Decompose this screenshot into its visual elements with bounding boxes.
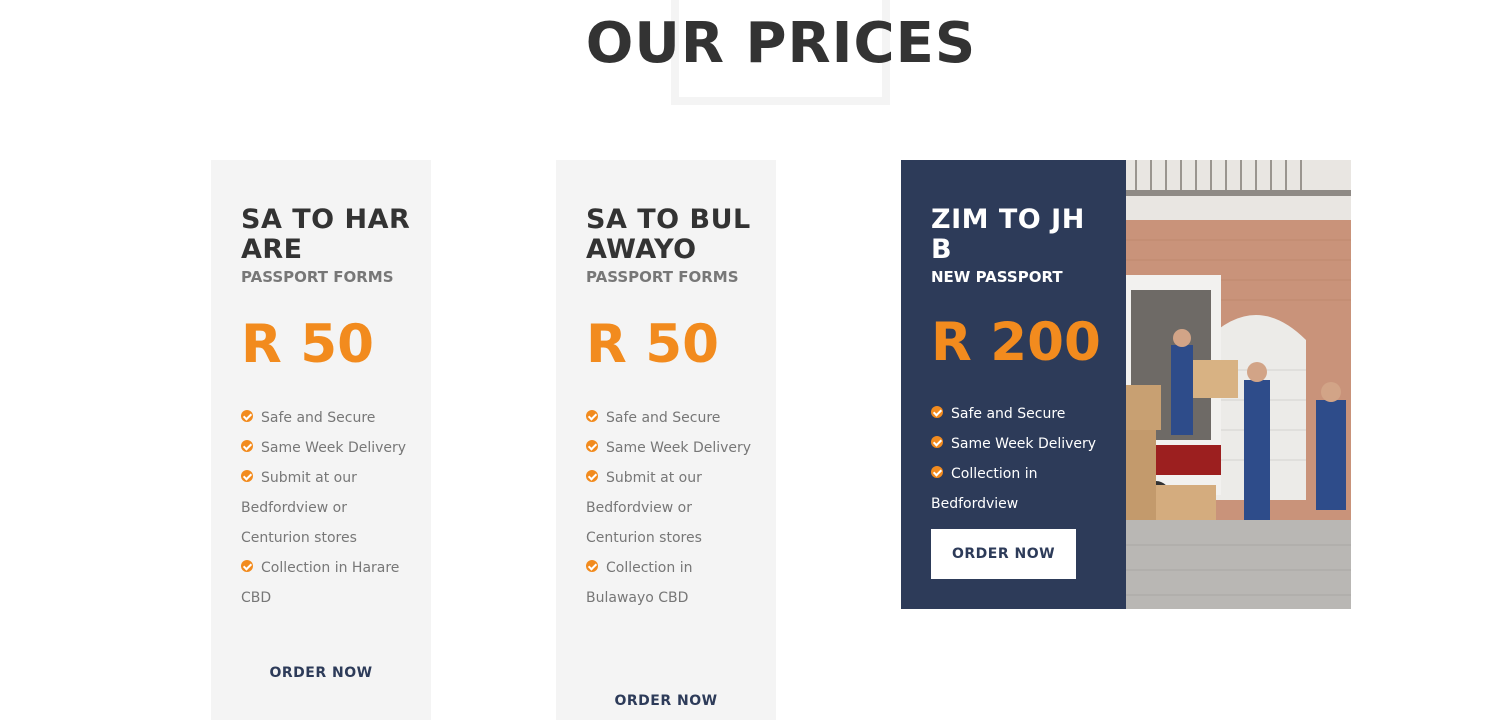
feature-item: Same Week Delivery <box>931 429 1101 459</box>
movers-photo <box>1126 160 1351 609</box>
feature-list: Safe and Secure Same Week Delivery Submi… <box>586 403 756 613</box>
check-circle-icon <box>586 440 598 452</box>
price-card-sa-to-bulawayo: SA TO BULAWAYO PASSPORT FORMS R 50 Safe … <box>556 160 776 720</box>
feature-item: Safe and Secure <box>586 403 756 433</box>
card-title: SA TO BULAWAYO <box>586 204 751 265</box>
feature-item: Submit at our Bedfordview or Centurion s… <box>586 470 702 546</box>
check-circle-icon <box>931 436 943 448</box>
card-price: R 50 <box>586 314 720 375</box>
check-circle-icon <box>586 560 598 572</box>
card-subtitle: PASSPORT FORMS <box>586 268 739 286</box>
order-now-link[interactable]: ORDER NOW <box>211 665 431 681</box>
feature-item: Same Week Delivery <box>241 433 411 463</box>
feature-list: Safe and Secure Same Week Delivery Colle… <box>931 399 1101 519</box>
featured-panel: ZIM TO JHB NEW PASSPORT R 200 Safe and S… <box>901 160 1126 609</box>
card-subtitle: PASSPORT FORMS <box>241 268 394 286</box>
card-price: R 200 <box>931 312 1101 373</box>
price-card-sa-to-harare: SA TO HARARE PASSPORT FORMS R 50 Safe an… <box>211 160 431 720</box>
section-title: OUR PRICES <box>585 11 977 76</box>
check-circle-icon <box>241 440 253 452</box>
card-title: SA TO HARARE <box>241 204 411 265</box>
feature-item: Collection in Bedfordview <box>931 466 1038 512</box>
order-now-button[interactable]: ORDER NOW <box>931 529 1076 579</box>
check-circle-icon <box>931 466 943 478</box>
card-title: ZIM TO JHB <box>931 204 1085 265</box>
card-price: R 50 <box>241 314 375 375</box>
check-circle-icon <box>241 410 253 422</box>
check-circle-icon <box>586 410 598 422</box>
price-card-zim-to-jhb: ZIM TO JHB NEW PASSPORT R 200 Safe and S… <box>901 160 1351 609</box>
feature-item: Collection in Bulawayo CBD <box>586 560 693 606</box>
check-circle-icon <box>586 470 598 482</box>
check-circle-icon <box>931 406 943 418</box>
card-subtitle: NEW PASSPORT <box>931 268 1063 286</box>
check-circle-icon <box>241 470 253 482</box>
feature-item: Same Week Delivery <box>586 433 756 463</box>
check-circle-icon <box>241 560 253 572</box>
movers-loading-truck-photo <box>1126 160 1351 609</box>
order-now-link[interactable]: ORDER NOW <box>556 693 776 709</box>
feature-item: Collection in Harare CBD <box>241 560 400 606</box>
feature-item: Submit at our Bedfordview or Centurion s… <box>241 470 357 546</box>
feature-item: Safe and Secure <box>931 399 1101 429</box>
feature-item: Safe and Secure <box>241 403 411 433</box>
feature-list: Safe and Secure Same Week Delivery Submi… <box>241 403 411 613</box>
